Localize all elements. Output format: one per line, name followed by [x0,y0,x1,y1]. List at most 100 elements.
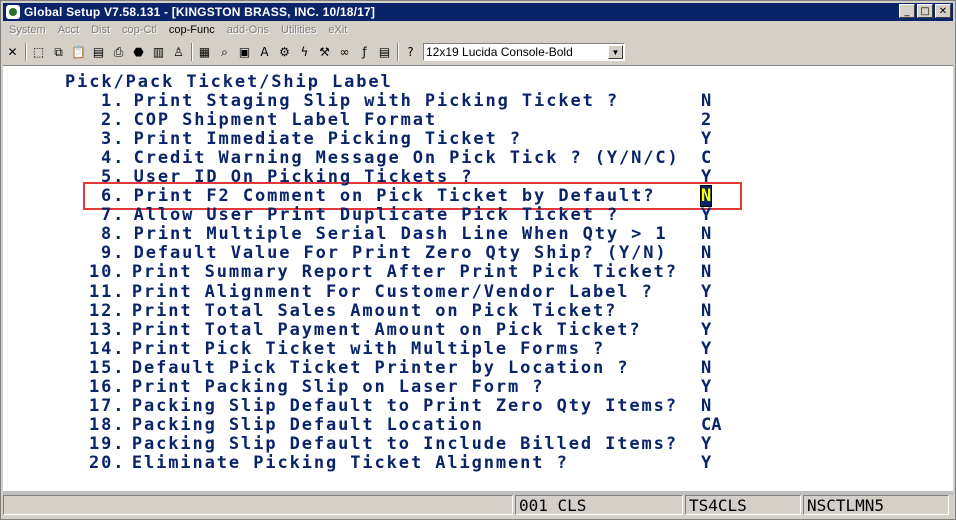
print-icon: ▤ [92,45,105,59]
screen-title: Pick/Pack Ticket/Ship Label [65,72,393,92]
print-button[interactable]: ▤ [89,43,108,62]
settings-button[interactable]: ⚙ [275,43,294,62]
option-value-field[interactable]: Y [701,167,711,187]
option-label: Print Total Sales Amount on Pick Ticket? [131,300,618,321]
paste-icon: 📋 [71,45,86,59]
copy-button[interactable]: ⧉ [49,43,68,62]
option-value-field[interactable]: CA [701,415,721,435]
menu-item-acct[interactable]: Acct [52,23,85,41]
print-screen-button[interactable]: ▦ [195,43,214,62]
option-row: 3. Print Immediate Picking Ticket ? [101,129,522,149]
note-icon: ▥ [152,45,165,59]
option-row: 10. Print Summary Report After Print Pic… [89,262,678,282]
menu-item-cop-func[interactable]: cop-Func [163,23,221,41]
settings-icon: ⚙ [279,45,290,59]
toolbar-separator [25,43,27,61]
option-value-field[interactable]: N [701,358,711,378]
status-bar: 001 CLS TS4CLS NSCTLMN5 [3,493,953,517]
menu-item-utilities[interactable]: Utilities [275,23,322,41]
terminal-screen[interactable]: Pick/Pack Ticket/Ship Label 1. Print Sta… [3,65,953,492]
font-icon: A [260,45,269,59]
user-icon: ♙ [173,45,184,59]
option-row: 11. Print Alignment For Customer/Vendor … [89,282,654,302]
option-label: Default Pick Ticket Printer by Location … [131,357,630,378]
option-value-field[interactable]: N [701,243,711,263]
option-value-field[interactable]: Y [701,320,711,340]
option-value-field[interactable]: Y [701,282,711,302]
option-value-field[interactable]: 2 [701,110,711,130]
printer-setup-icon: ⎙ [113,44,124,59]
option-row: 16. Print Packing Slip on Laser Form ? [89,377,544,397]
function-icon: ƒ [362,45,367,59]
option-label: Print Summary Report After Print Pick Ti… [131,262,678,283]
stop-icon: ⬣ [133,45,144,59]
close-button[interactable]: ✕ [3,43,22,62]
status-company-field: 001 CLS [515,495,683,515]
option-value-field[interactable]: N [701,224,711,244]
menu-item-exit[interactable]: eXit [322,23,353,41]
menu-item-add-ons[interactable]: add-Ons [221,23,275,41]
option-row: 19. Packing Slip Default to Include Bill… [89,434,678,454]
font-select[interactable]: 12x19 Lucida Console-Bold ▼ [423,43,625,61]
option-value-field[interactable]: N [699,185,713,208]
option-row: 15. Default Pick Ticket Printer by Locat… [89,358,629,378]
menu-item-system[interactable]: System [3,23,52,41]
option-value-field[interactable]: Y [701,129,711,149]
help-book-button[interactable]: ▣ [235,43,254,62]
option-value-field[interactable]: Y [701,339,711,359]
option-value-field[interactable]: N [701,396,711,416]
menu-bar: System Acct Dist cop-Ctl cop-Func add-Ons Util… [3,23,353,41]
window-controls: _ □ ✕ [899,4,951,18]
user-button[interactable]: ♙ [169,43,188,62]
status-message-field [3,495,513,515]
option-value-field[interactable]: Y [701,205,711,225]
function-button[interactable]: ƒ [355,43,374,62]
menu-item-dist[interactable]: Dist [85,23,116,41]
option-value-field[interactable]: N [701,262,711,282]
note-button[interactable]: ▥ [149,43,168,62]
option-value-field[interactable]: C [701,148,711,168]
context-help-button[interactable]: ? [401,43,420,62]
option-value-field[interactable]: N [701,301,711,321]
option-row: 17. Packing Slip Default to Print Zero Q… [89,396,678,416]
option-label: Packing Slip Default to Print Zero Qty I… [131,395,678,416]
tools-button[interactable]: ⚒ [315,43,334,62]
document-button[interactable]: ▤ [375,43,394,62]
find-button[interactable]: ⌕ [215,43,234,62]
option-label: Allow User Print Duplicate Pick Ticket ? [133,205,620,226]
app-window: Global Setup V7.58.131 - [KINGSTON BRASS… [0,0,956,520]
tools-icon: ⚒ [319,45,330,59]
link-button[interactable]: ∞ [335,43,354,62]
option-label: Print Alignment For Customer/Vendor Labe… [131,281,654,302]
status-terminal-field: TS4CLS [685,495,801,515]
select-button[interactable]: ⬚ [29,43,48,62]
option-number: 18. [89,414,126,435]
option-label: Eliminate Picking Ticket Alignment ? [131,452,569,473]
font-button[interactable]: A [255,43,274,62]
option-number: 6. [101,186,126,207]
lightning-button[interactable]: ϟ [295,43,314,62]
option-value-field[interactable]: Y [701,453,711,473]
title-bar[interactable]: Global Setup V7.58.131 - [KINGSTON BRASS… [3,3,953,21]
paste-button[interactable]: 📋 [69,43,88,62]
lightning-icon: ϟ [300,45,309,59]
chevron-down-icon[interactable]: ▼ [608,45,623,59]
stop-button[interactable]: ⬣ [129,43,148,62]
option-value-field[interactable]: Y [701,377,711,397]
option-number: 19. [89,433,126,454]
close-button[interactable]: ✕ [935,4,951,18]
option-row: 5. User ID On Picking Tickets ? [101,167,473,187]
maximize-button[interactable]: □ [917,4,933,18]
font-select-value: 12x19 Lucida Console-Bold [426,45,573,59]
document-icon: ▤ [378,45,391,59]
printer-setup-button[interactable]: ⎙ [109,43,128,62]
minimize-button[interactable]: _ [899,4,915,18]
option-label: Print Multiple Serial Dash Line When Qty… [133,224,668,245]
option-value-field[interactable]: Y [701,434,711,454]
option-value-field[interactable]: N [701,91,711,111]
option-row: 2. COP Shipment Label Format [101,110,437,130]
option-row: 1. Print Staging Slip with Picking Ticke… [101,91,619,111]
app-icon[interactable] [6,5,20,19]
option-row: 7. Allow User Print Duplicate Pick Ticke… [101,205,619,225]
menu-item-cop-ctl[interactable]: cop-Ctl [116,23,163,41]
